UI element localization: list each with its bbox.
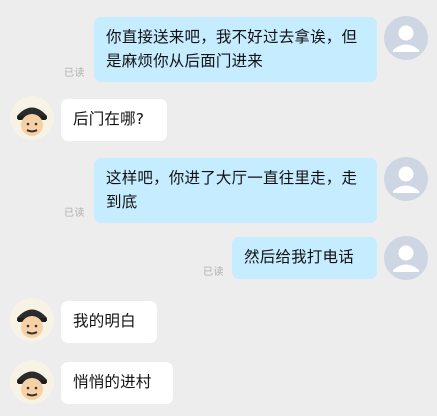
read-receipt: 已读: [64, 68, 85, 79]
user-icon: [393, 166, 419, 193]
avatar[interactable]: [10, 298, 54, 342]
read-receipt: 已读: [203, 267, 224, 278]
message-text: 后门在哪?: [73, 110, 145, 128]
user-icon: [393, 245, 419, 272]
message-text: 然后给我打电话: [244, 248, 354, 266]
message-bubble[interactable]: 我的明白: [61, 301, 157, 343]
avatar[interactable]: [10, 360, 54, 404]
message-text: 我的明白: [73, 312, 136, 330]
read-receipt: 已读: [64, 208, 85, 219]
avatar[interactable]: [384, 16, 428, 60]
avatar[interactable]: [384, 157, 428, 201]
guard-avatar-icon: [10, 298, 54, 342]
guard-avatar-icon: [10, 96, 54, 140]
avatar[interactable]: [10, 96, 54, 140]
guard-avatar-icon: [10, 360, 54, 404]
message-text: 你直接送来吧，我不好过去拿诶，但是麻烦你从后面门进来: [106, 28, 358, 70]
chat-container: 你直接送来吧，我不好过去拿诶，但是麻烦你从后面门进来 已读 后门在哪? 这样吧，…: [0, 0, 437, 416]
message-text: 悄悄的进村: [73, 373, 152, 391]
avatar[interactable]: [384, 236, 428, 280]
message-bubble[interactable]: 悄悄的进村: [61, 362, 173, 404]
message-text: 这样吧，你进了大厅一直往里走，走到底: [106, 169, 358, 211]
message-bubble[interactable]: 后门在哪?: [61, 99, 167, 141]
user-icon: [393, 25, 419, 52]
message-bubble[interactable]: 然后给我打电话: [232, 237, 377, 279]
message-bubble[interactable]: 这样吧，你进了大厅一直往里走，走到底: [94, 158, 377, 223]
message-bubble[interactable]: 你直接送来吧，我不好过去拿诶，但是麻烦你从后面门进来: [94, 17, 377, 82]
